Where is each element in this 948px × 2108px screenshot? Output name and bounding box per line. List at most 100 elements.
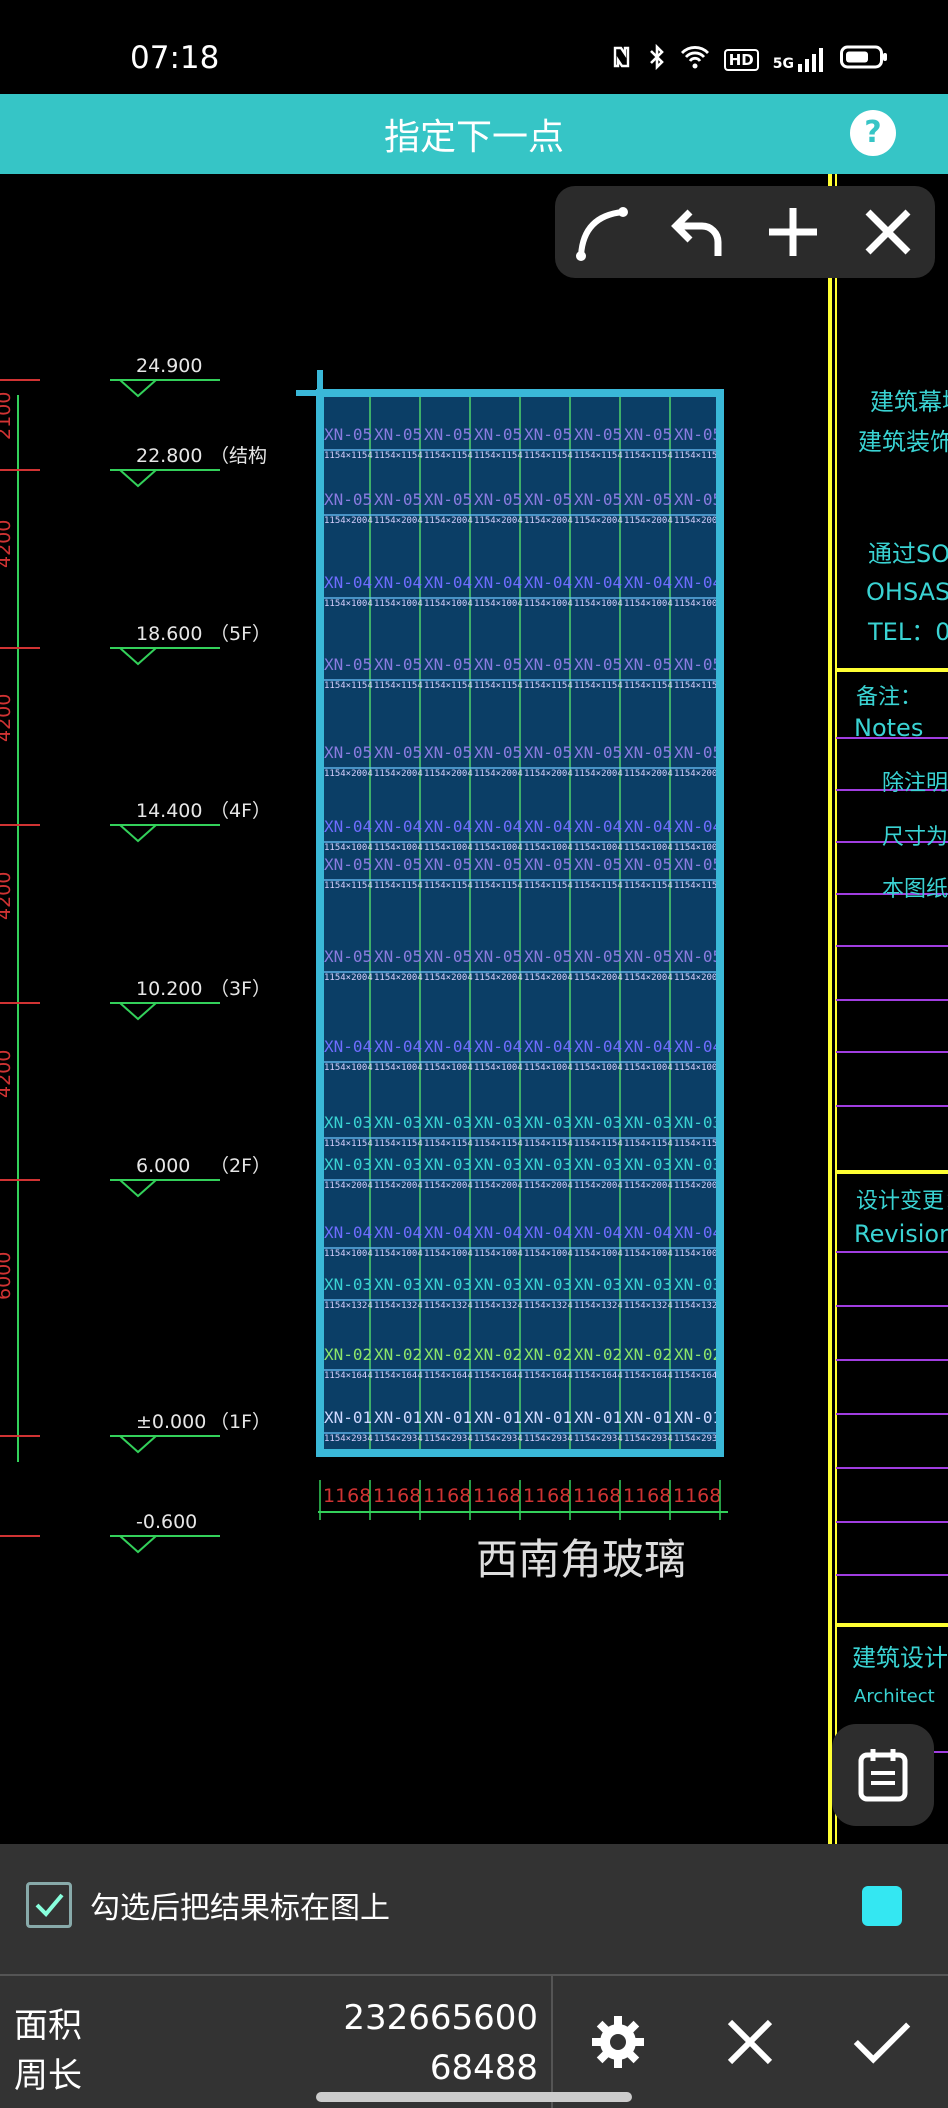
title-block-text: 本图纸经 <box>882 877 948 902</box>
panel-code: XN-03 <box>574 1275 622 1294</box>
status-bar: 07:18 HD 5G <box>0 0 948 94</box>
panel-code: XN-04 <box>524 573 572 592</box>
panel-code: XN-03 <box>574 1113 622 1132</box>
panel-code: XN-04 <box>324 817 372 836</box>
panel-code: XN-04 <box>474 573 522 592</box>
panel-size: 1154×1154 <box>424 451 473 461</box>
panel-code: XN-01 <box>574 1408 622 1427</box>
panel-code: XN-05 <box>324 425 372 444</box>
panel-size: 1154×2004 <box>624 973 673 983</box>
panel-code: XN-04 <box>624 1223 672 1242</box>
panel-code: XN-01 <box>524 1408 572 1427</box>
panel-code: XN-05 <box>674 743 722 762</box>
panel-code: XN-05 <box>424 490 472 509</box>
panel-size: 1154×1644 <box>624 1371 673 1381</box>
cancel-icon[interactable] <box>718 2010 782 2074</box>
panel-size: 1154×1004 <box>474 843 523 853</box>
panel-size: 1154×1004 <box>674 1063 723 1073</box>
panel-code: XN-04 <box>674 1037 722 1056</box>
result-color-swatch[interactable] <box>862 1886 902 1926</box>
signal-5g-icon: 5G <box>773 47 826 72</box>
panel-size: 1154×1004 <box>424 1249 473 1259</box>
panel-code: XN-03 <box>324 1155 372 1174</box>
area-label: 面积 <box>14 2006 82 2046</box>
panel-size: 1154×1004 <box>674 843 723 853</box>
panel-code: XN-05 <box>524 655 572 674</box>
panel-size: 1154×1324 <box>424 1301 473 1311</box>
panel-code: XN-03 <box>474 1275 522 1294</box>
panel-size: 1154×1154 <box>324 451 373 461</box>
title-block-text: 建筑幕墙工 <box>870 388 948 416</box>
panel-code: XN-05 <box>424 743 472 762</box>
panel-code: XN-02 <box>674 1345 722 1364</box>
panel-code: XN-05 <box>674 947 722 966</box>
panel-size: 1154×1154 <box>424 1139 473 1149</box>
elevation-label: 14.400 <box>136 800 202 822</box>
panel-code: XN-05 <box>574 490 622 509</box>
panel-size: 1154×1004 <box>574 599 623 609</box>
panel-code: XN-03 <box>624 1275 672 1294</box>
vertical-dimension: 4200 <box>0 872 15 920</box>
settings-icon[interactable] <box>586 2010 650 2074</box>
close-icon[interactable] <box>853 197 923 267</box>
panel-size: 1154×1004 <box>524 843 573 853</box>
mark-result-option[interactable]: 勾选后把结果标在图上 <box>26 1882 390 1928</box>
panel-code: XN-05 <box>524 947 572 966</box>
panel-code: XN-05 <box>524 490 572 509</box>
panel-size: 1154×1324 <box>574 1301 623 1311</box>
elevation-label: 24.900 <box>136 355 202 377</box>
panel-size: 1154×1154 <box>674 681 723 691</box>
panel-code: XN-03 <box>674 1113 722 1132</box>
horizontal-dimension: 1168 <box>323 1485 371 1507</box>
panel-code: XN-05 <box>424 947 472 966</box>
panel-code: XN-03 <box>374 1113 422 1132</box>
panel-size: 1154×1004 <box>424 599 473 609</box>
panel-code: XN-05 <box>474 743 522 762</box>
elevation-marker <box>119 379 157 398</box>
panel-size: 1154×1644 <box>574 1371 623 1381</box>
panel-size: 1154×1004 <box>474 599 523 609</box>
panel-code: XN-03 <box>424 1155 472 1174</box>
panel-size: 1154×1324 <box>474 1301 523 1311</box>
panel-code: XN-05 <box>624 425 672 444</box>
cad-drawing: XN-051154×1154XN-051154×1154XN-051154×11… <box>0 174 948 1844</box>
arc-icon[interactable] <box>568 197 638 267</box>
mark-result-checkbox[interactable] <box>26 1882 72 1928</box>
panel-code: XN-02 <box>524 1345 572 1364</box>
panel-size: 1154×1154 <box>324 681 373 691</box>
panel-size: 1154×2934 <box>524 1434 573 1444</box>
panel-code: XN-03 <box>324 1275 372 1294</box>
panel-size: 1154×1154 <box>574 451 623 461</box>
panel-size: 1154×2934 <box>324 1434 373 1444</box>
panel-size: 1154×2004 <box>424 769 473 779</box>
panel-code: XN-04 <box>574 817 622 836</box>
calendar-note-icon[interactable] <box>832 1724 934 1826</box>
elevation-label: -0.600 <box>136 1511 197 1533</box>
panel-code: XN-04 <box>674 1223 722 1242</box>
panel-size: 1154×1004 <box>524 1063 573 1073</box>
panel-size: 1154×1154 <box>524 1139 573 1149</box>
add-icon[interactable] <box>758 197 828 267</box>
horizontal-dimension: 1168 <box>523 1485 571 1507</box>
undo-icon[interactable] <box>663 197 733 267</box>
panel-size: 1154×1004 <box>324 1063 373 1073</box>
panel-size: 1154×1004 <box>674 599 723 609</box>
mark-result-label: 勾选后把结果标在图上 <box>90 1891 390 1926</box>
panel-code: XN-03 <box>374 1275 422 1294</box>
panel-code: XN-05 <box>374 490 422 509</box>
panel-code: XN-03 <box>324 1113 372 1132</box>
panel-code: XN-05 <box>374 947 422 966</box>
panel-code: XN-05 <box>424 425 472 444</box>
panel-size: 1154×2004 <box>624 1181 673 1191</box>
panel-size: 1154×1154 <box>474 681 523 691</box>
panel-size: 1154×1644 <box>474 1371 523 1381</box>
cad-drawing-canvas[interactable]: XN-05 1154×1154 XN-05 1154×1154 XN-05 1154×11… <box>0 174 948 1844</box>
help-icon[interactable]: ? <box>850 110 896 156</box>
panel-code: XN-04 <box>474 1223 522 1242</box>
panel-size: 1154×2004 <box>374 973 423 983</box>
confirm-icon[interactable] <box>850 2010 914 2074</box>
title-block-text: Revision <box>854 1220 948 1248</box>
panel-size: 1154×1154 <box>374 881 423 891</box>
panel-size: 1154×2004 <box>674 1181 723 1191</box>
panel-code: XN-05 <box>324 490 372 509</box>
